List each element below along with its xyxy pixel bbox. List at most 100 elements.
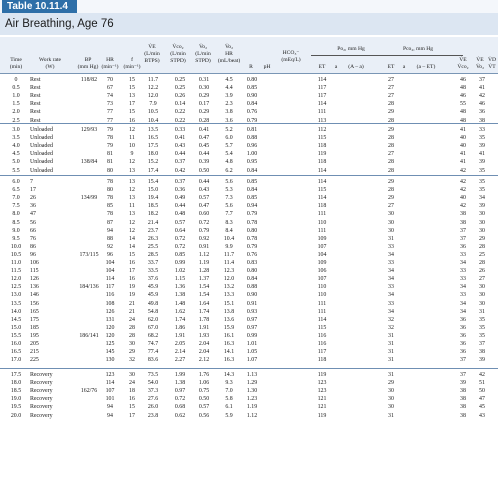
cell-po2-et: 118 [317,159,327,166]
cell-r: 0.84 [246,276,258,283]
cell-ve: 45.9 [147,292,159,299]
cell-vo2: 0.79 [198,227,210,234]
cell-vo2-hr: 4.8 [225,159,233,166]
cell-hr: 94 [107,412,113,419]
cell-po2-et: 109 [317,235,327,242]
cell-vo2-hr: 8.3 [225,219,233,226]
cell-r: 0.80 [246,77,258,83]
cell-ve-vo2: 29 [479,235,485,242]
cell-time: 17.0 [10,357,22,364]
cell-time: 8.0 [12,211,20,218]
cell-time: 4.5 [12,151,20,158]
cell-ve: 15.4 [147,179,159,185]
cell-po2-et: 116 [317,341,327,347]
cell-hr: 116 [105,292,115,299]
cell-po2-et: 119 [317,412,327,419]
table-row: 14.0 165 126 21 54.8 1.62 1.74 13.8 0.93 111 34 34 3… [0,308,498,316]
cell-f: 15 [129,404,135,411]
cell-r: 1.30 [246,388,258,395]
group-divider [0,123,498,124]
cell-vo2-hr: 5.9 [225,412,233,419]
group-divider [0,175,498,176]
table-row: 1.0 Rest 74 13 12.0 0.26 0.29 3.9 0.90 117 27 46 42 [0,92,498,100]
cell-vo2-hr: 4.4 [225,85,233,92]
table-row: 9.0 66 94 12 23.7 0.64 0.79 8.4 0.80 111 30 37 30 [0,227,498,235]
cell-r: 1.19 [246,404,258,411]
cell-work-rate: Rest [30,101,41,108]
cell-r: 0.90 [246,292,258,299]
cell-po2-et: 112 [317,127,327,133]
header-work-rate: Work rate (W) [38,57,62,70]
cell-ve-vco2: 40 [460,195,466,202]
cell-vo2-hr: 3.9 [225,93,233,100]
cell-ve-vco2: 38 [460,388,466,395]
cell-vo2-hr: 15.9 [223,324,235,331]
cell-ve: 37.6 [147,276,159,283]
cell-pco2-et: 29 [388,109,394,116]
header-ve: V̇E (L/min BTPS) [144,44,160,64]
cell-pco2-et: 32 [388,324,394,331]
table-row: 19.0 Recovery 101 16 27.6 0.72 0.50 5.8 1.23 121 3… [0,395,498,403]
cell-vco2: 1.74 [174,316,186,323]
header-ve-vco2: V̇E V̇co₂ [457,57,469,70]
cell-ve: 7.9 [149,101,157,108]
table-row: 5.0 Unloaded 138/84 81 12 15.2 0.37 0.39 4.8 0.95… [0,158,498,166]
cell-f: 11 [129,135,135,142]
cell-ve-vco2: 55 [460,101,466,108]
cell-time: 7.5 [12,203,20,210]
cell-ve-vo2: 35 [479,167,485,174]
cell-ve-vco2: 37 [460,227,466,234]
cell-hr: 80 [107,187,113,194]
cell-time: 10.5 [10,251,22,258]
cell-work-rate: 136 [30,284,39,291]
cell-vo2: 1.12 [198,251,210,258]
cell-vo2-hr: 5.8 [225,396,233,403]
header-vo2: V̇o₂ (L/min STPD) [195,44,211,64]
title-bar: Air Breathing, Age 76 [0,13,498,35]
table-row: 9.5 76 88 14 26.3 0.72 0.92 10.4 0.78 109 31 37 29 [0,235,498,243]
cell-work-rate: Rest [30,109,41,116]
cell-vco2: 0.64 [174,227,186,234]
cell-ve-vco2: 33 [460,251,466,258]
cell-po2-et: 115 [317,187,327,194]
cell-po2-et: 107 [317,243,327,250]
table-row: 8.0 47 78 13 18.2 0.48 0.60 7.7 0.79 111 30 38 30 [0,210,498,218]
table-row: 4.0 Unloaded 79 10 17.5 0.43 0.45 5.7 0.96 118 28 4… [0,142,498,150]
cell-ve-vco2: 37 [460,357,466,364]
cell-hr: 78 [107,211,113,218]
cell-ve: 73.5 [147,372,159,378]
cell-ve-vo2: 26 [479,268,485,275]
table-row: 15.0 185 120 28 67.0 1.86 1.91 15.9 0.97 115 32 36 3… [0,324,498,332]
table-row: 3.5 Unloaded 78 11 16.5 0.41 0.47 6.0 0.88 115 28 4… [0,134,498,142]
cell-time: 5.5 [12,167,20,174]
cell-hr: 78 [107,135,113,142]
cell-r: 0.84 [246,187,258,194]
cell-work-rate: 7 [30,179,33,185]
cell-vco2: 0.25 [174,77,186,83]
cell-ve-vo2: 43 [479,412,485,419]
table-row: 6.5 17 80 12 15.0 0.36 0.43 5.3 0.84 115 28 42 35 [0,186,498,194]
cell-ve: 27.6 [147,396,159,403]
cell-vo2: 1.19 [198,260,210,266]
cell-hr: 67 [107,85,113,92]
cell-ve: 28.5 [147,251,159,258]
cell-ve-vco2: 36 [460,341,466,347]
cell-po2-et: 116 [317,332,327,339]
cell-hr: 92 [107,243,113,250]
cell-po2-et: 114 [317,195,327,202]
cell-ve-vco2: 46 [460,93,466,100]
cell-ve: 19.4 [147,195,159,202]
cell-vo2-hr: 13.3 [223,292,235,299]
cell-ve: 83.6 [147,357,159,364]
cell-f: 24 [129,316,135,323]
cell-po2-et: 121 [317,404,327,411]
cell-ve: 23.7 [147,227,159,234]
cell-ve-vo2: 35 [479,179,485,185]
cell-f: 12 [129,227,135,234]
table-row: 7.5 36 85 11 18.5 0.44 0.47 5.6 0.94 118 27 42 39 [0,202,498,210]
cell-pco2-et: 30 [388,227,394,234]
cell-ve-vo2: 39 [479,159,485,166]
cell-ve-vco2: 40 [460,135,466,142]
cell-hr: 130 [105,357,115,364]
cell-pco2-et: 28 [388,135,394,142]
